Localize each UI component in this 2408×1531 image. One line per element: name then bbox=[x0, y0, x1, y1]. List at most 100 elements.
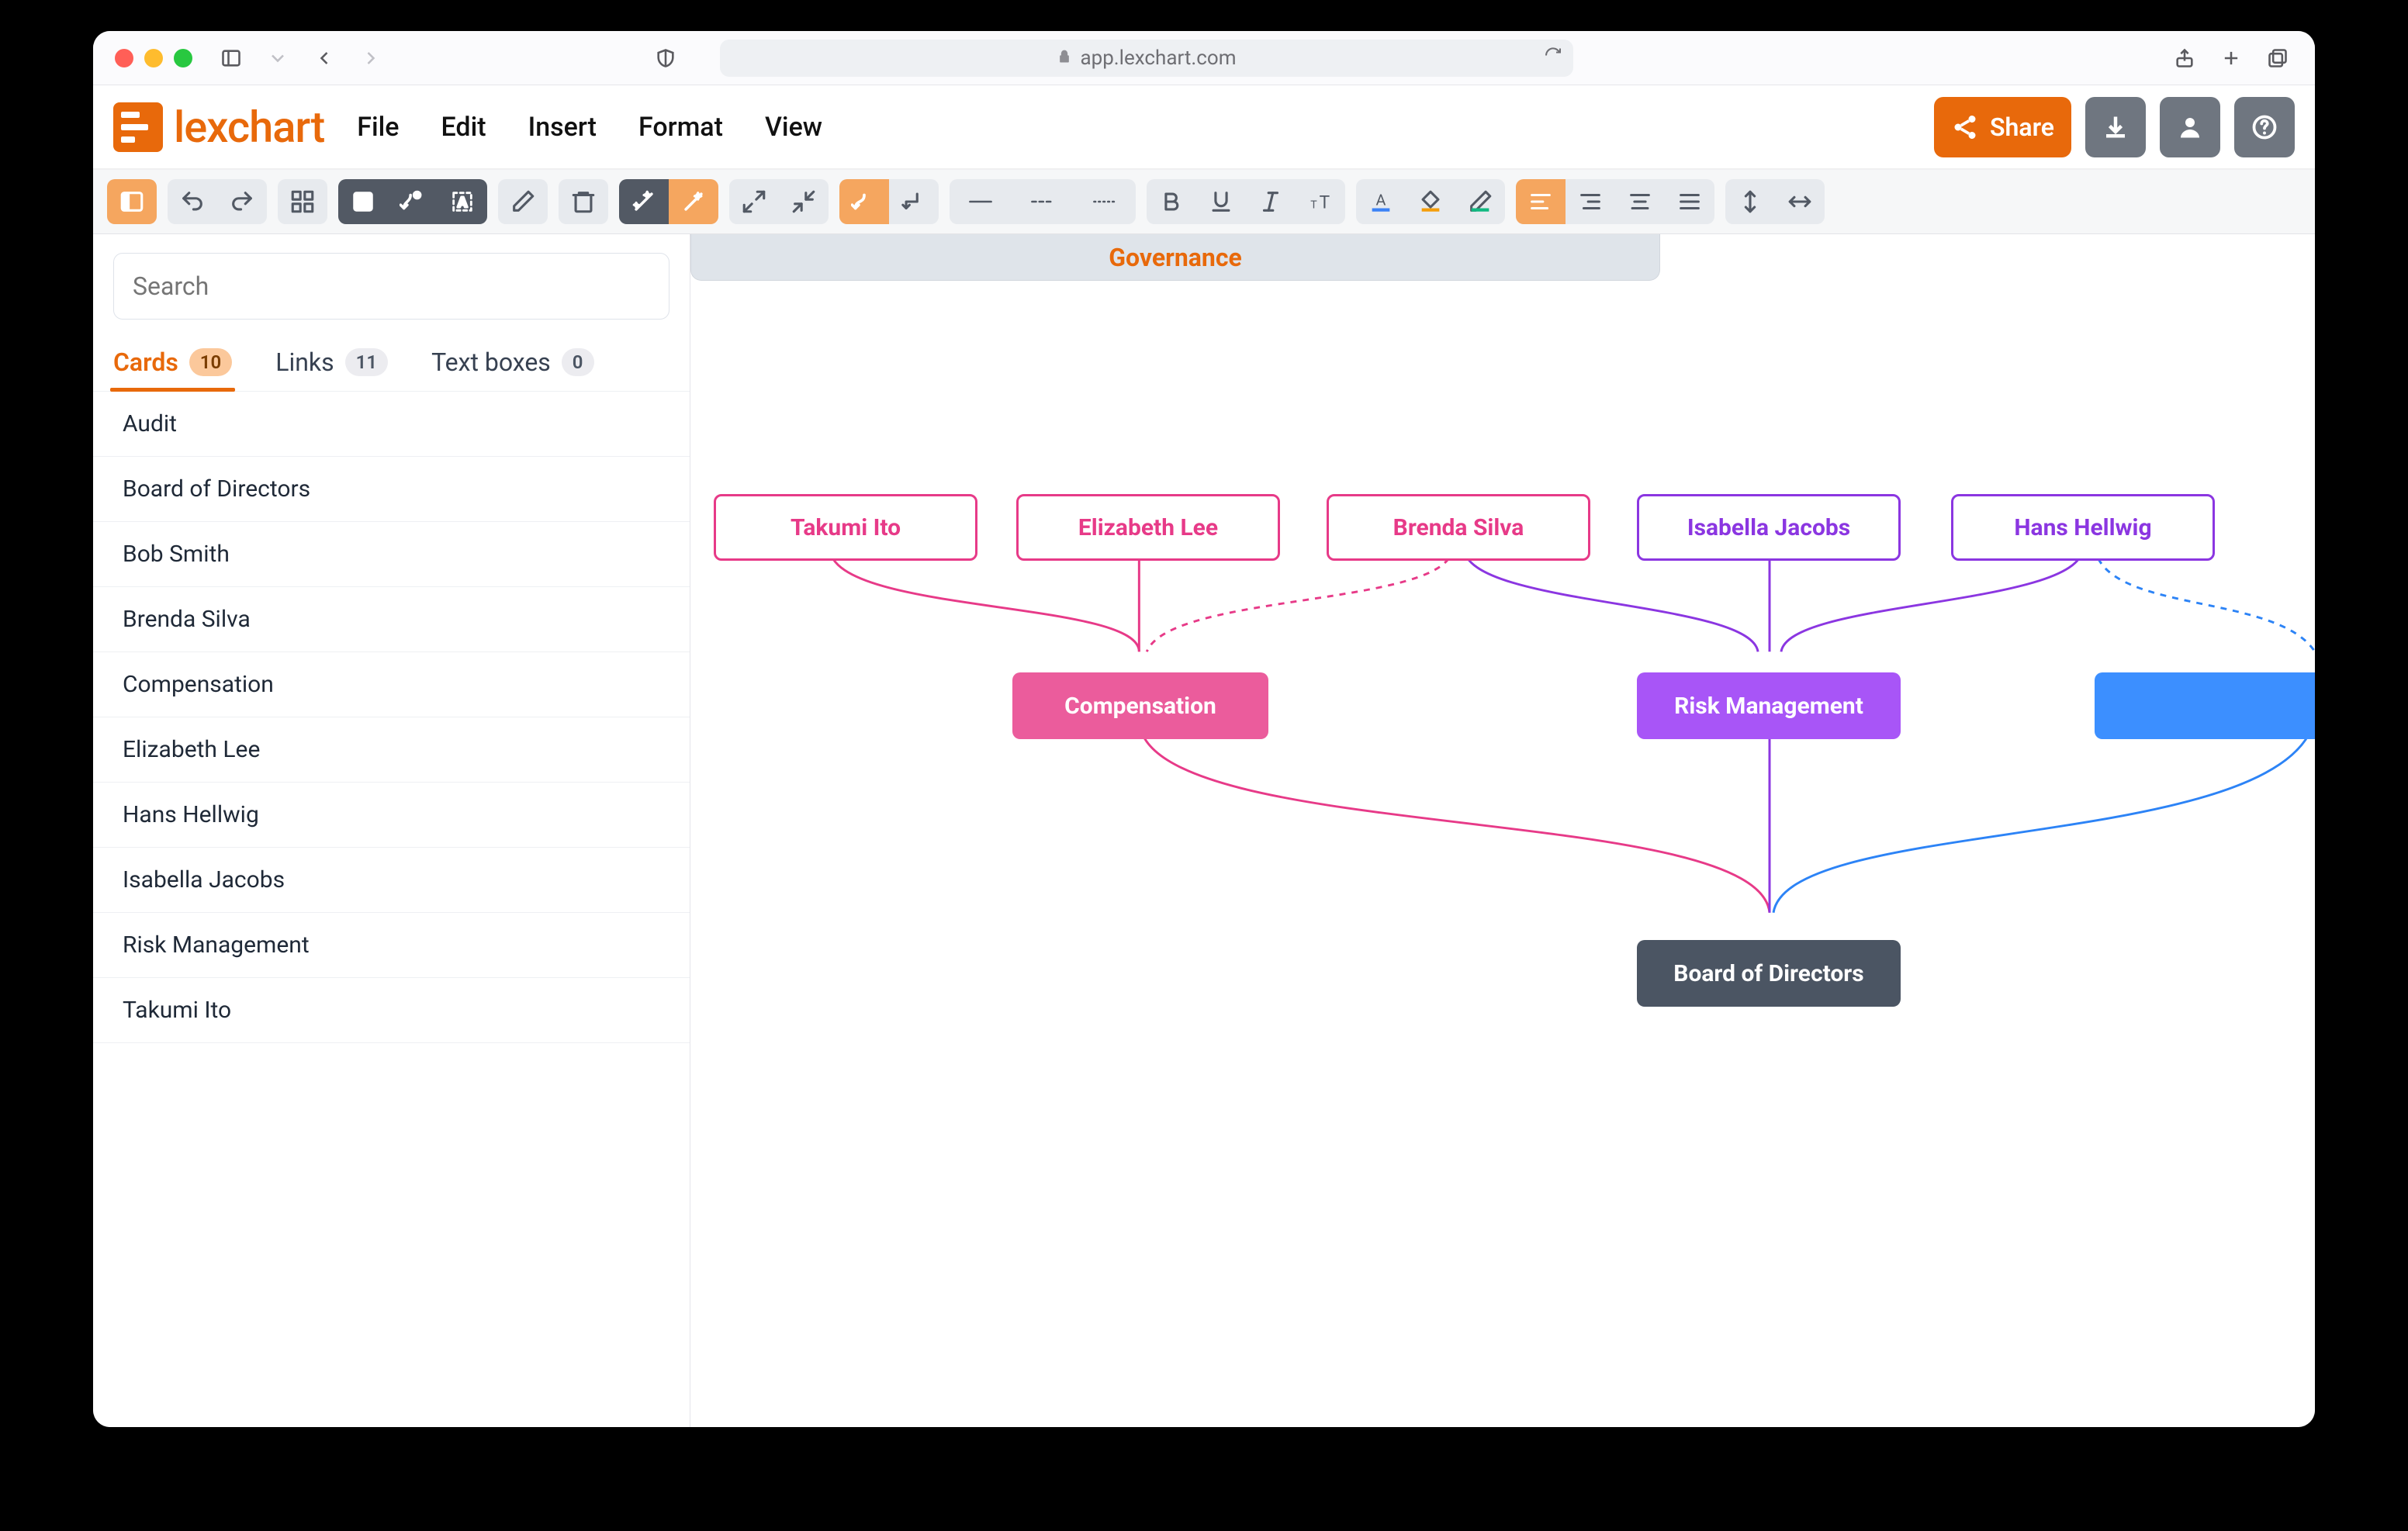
underline-button[interactable] bbox=[1196, 179, 1246, 224]
privacy-shield-button[interactable] bbox=[650, 43, 681, 74]
menu-format[interactable]: Format bbox=[638, 112, 723, 143]
line-dashed-button[interactable] bbox=[1012, 179, 1074, 224]
tabs-overview-button[interactable] bbox=[2262, 43, 2293, 74]
add-textbox-button[interactable]: A bbox=[438, 179, 487, 224]
window-controls bbox=[115, 49, 192, 67]
redo-button[interactable] bbox=[217, 179, 267, 224]
new-tab-button[interactable] bbox=[2216, 43, 2247, 74]
menu-insert[interactable]: Insert bbox=[528, 112, 597, 143]
list-item[interactable]: Risk Management bbox=[93, 913, 690, 978]
brand-name: lexchart bbox=[174, 102, 324, 153]
logo-mark-icon bbox=[113, 102, 163, 152]
chart-canvas[interactable]: Governance Takumi Ito Elizabeth bbox=[690, 234, 2315, 1427]
card-board-of-directors[interactable]: Board of Directors bbox=[1637, 940, 1901, 1007]
list-item[interactable]: Compensation bbox=[93, 652, 690, 717]
browser-titlebar: app.lexchart.com bbox=[93, 31, 2315, 85]
flip-horizontal-button[interactable] bbox=[1775, 179, 1825, 224]
svg-text:A: A bbox=[1376, 191, 1386, 209]
tab-links-label: Links bbox=[275, 347, 334, 377]
tab-textboxes[interactable]: Text boxes 0 bbox=[431, 347, 593, 391]
list-item[interactable]: Brenda Silva bbox=[93, 587, 690, 652]
card-hans-hellwig[interactable]: Hans Hellwig bbox=[1951, 494, 2215, 561]
toggle-sidebar-button[interactable] bbox=[107, 179, 157, 224]
list-item[interactable]: Bob Smith bbox=[93, 522, 690, 587]
italic-button[interactable] bbox=[1246, 179, 1296, 224]
document-title: Governance bbox=[1109, 243, 1242, 272]
list-item[interactable]: Board of Directors bbox=[93, 457, 690, 522]
edit-button[interactable] bbox=[498, 179, 548, 224]
card-compensation[interactable]: Compensation bbox=[1012, 672, 1268, 739]
card-elizabeth-lee[interactable]: Elizabeth Lee bbox=[1016, 494, 1280, 561]
share-button-label: Share bbox=[1990, 112, 2054, 142]
magic-layout-button[interactable] bbox=[619, 179, 669, 224]
svg-text:T: T bbox=[1320, 192, 1330, 213]
reload-button[interactable] bbox=[1544, 46, 1562, 70]
list-item[interactable]: Takumi Ito bbox=[93, 978, 690, 1043]
align-center-button[interactable] bbox=[1615, 179, 1665, 224]
formatting-toolbar: A TT A bbox=[93, 169, 2315, 234]
sidebar-tabs: Cards 10 Links 11 Text boxes 0 bbox=[93, 320, 690, 391]
search-input[interactable] bbox=[113, 253, 669, 320]
add-link-button[interactable] bbox=[388, 179, 438, 224]
text-color-button[interactable]: A bbox=[1356, 179, 1406, 224]
card-brenda-silva[interactable]: Brenda Silva bbox=[1327, 494, 1590, 561]
bold-button[interactable] bbox=[1147, 179, 1196, 224]
line-solid-button[interactable] bbox=[950, 179, 1012, 224]
connector-elbow-button[interactable] bbox=[889, 179, 939, 224]
align-left-button[interactable] bbox=[1516, 179, 1566, 224]
cards-list: Audit Board of Directors Bob Smith Brend… bbox=[93, 391, 690, 1043]
help-button[interactable] bbox=[2234, 97, 2295, 157]
nav-forward-button[interactable] bbox=[355, 43, 386, 74]
line-dotted-button[interactable] bbox=[1074, 179, 1136, 224]
collapse-button[interactable] bbox=[779, 179, 829, 224]
app-header: lexchart File Edit Insert Format View Sh… bbox=[93, 85, 2315, 169]
flip-vertical-button[interactable] bbox=[1725, 179, 1775, 224]
list-item[interactable]: Isabella Jacobs bbox=[93, 848, 690, 913]
fill-color-button[interactable] bbox=[1406, 179, 1455, 224]
download-button[interactable] bbox=[2085, 97, 2146, 157]
undo-button[interactable] bbox=[168, 179, 217, 224]
tab-cards[interactable]: Cards 10 bbox=[113, 347, 232, 391]
chevron-down-icon[interactable] bbox=[262, 43, 293, 74]
tab-links[interactable]: Links 11 bbox=[275, 347, 388, 391]
address-bar-url: app.lexchart.com bbox=[1080, 47, 1236, 70]
svg-text:T: T bbox=[1310, 199, 1317, 212]
grid-view-button[interactable] bbox=[278, 179, 327, 224]
list-item[interactable]: Hans Hellwig bbox=[93, 783, 690, 848]
menu-view[interactable]: View bbox=[765, 112, 822, 143]
font-size-button[interactable]: TT bbox=[1296, 179, 1345, 224]
minimize-window-button[interactable] bbox=[144, 49, 163, 67]
tab-cards-count: 10 bbox=[189, 348, 232, 376]
border-color-button[interactable] bbox=[1455, 179, 1505, 224]
browser-window: app.lexchart.com lexchart File Edit I bbox=[93, 31, 2315, 1427]
nav-back-button[interactable] bbox=[309, 43, 340, 74]
align-justify-button[interactable] bbox=[1665, 179, 1714, 224]
tab-textboxes-count: 0 bbox=[562, 348, 594, 376]
menu-edit[interactable]: Edit bbox=[441, 112, 486, 143]
list-item[interactable]: Elizabeth Lee bbox=[93, 717, 690, 783]
tab-textboxes-label: Text boxes bbox=[431, 347, 551, 377]
align-right-button[interactable] bbox=[1566, 179, 1615, 224]
account-button[interactable] bbox=[2160, 97, 2220, 157]
menu-file[interactable]: File bbox=[357, 112, 399, 143]
share-sheet-button[interactable] bbox=[2169, 43, 2200, 74]
address-bar[interactable]: app.lexchart.com bbox=[720, 40, 1573, 77]
share-button[interactable]: Share bbox=[1934, 97, 2071, 157]
auto-layout-button[interactable] bbox=[669, 179, 718, 224]
card-isabella-jacobs[interactable]: Isabella Jacobs bbox=[1637, 494, 1901, 561]
lock-icon bbox=[1057, 47, 1072, 70]
expand-button[interactable] bbox=[729, 179, 779, 224]
add-card-button[interactable] bbox=[338, 179, 388, 224]
list-item[interactable]: Audit bbox=[93, 392, 690, 457]
card-audit[interactable]: Au bbox=[2095, 672, 2315, 739]
app-logo[interactable]: lexchart bbox=[113, 102, 324, 153]
document-tab[interactable]: Governance bbox=[690, 234, 1660, 281]
delete-button[interactable] bbox=[559, 179, 608, 224]
maximize-window-button[interactable] bbox=[174, 49, 192, 67]
sidebar-toggle-button[interactable] bbox=[216, 43, 247, 74]
card-takumi-ito[interactable]: Takumi Ito bbox=[714, 494, 977, 561]
close-window-button[interactable] bbox=[115, 49, 133, 67]
connector-curved-button[interactable] bbox=[839, 179, 889, 224]
card-risk-management[interactable]: Risk Management bbox=[1637, 672, 1901, 739]
tab-links-count: 11 bbox=[345, 348, 388, 376]
